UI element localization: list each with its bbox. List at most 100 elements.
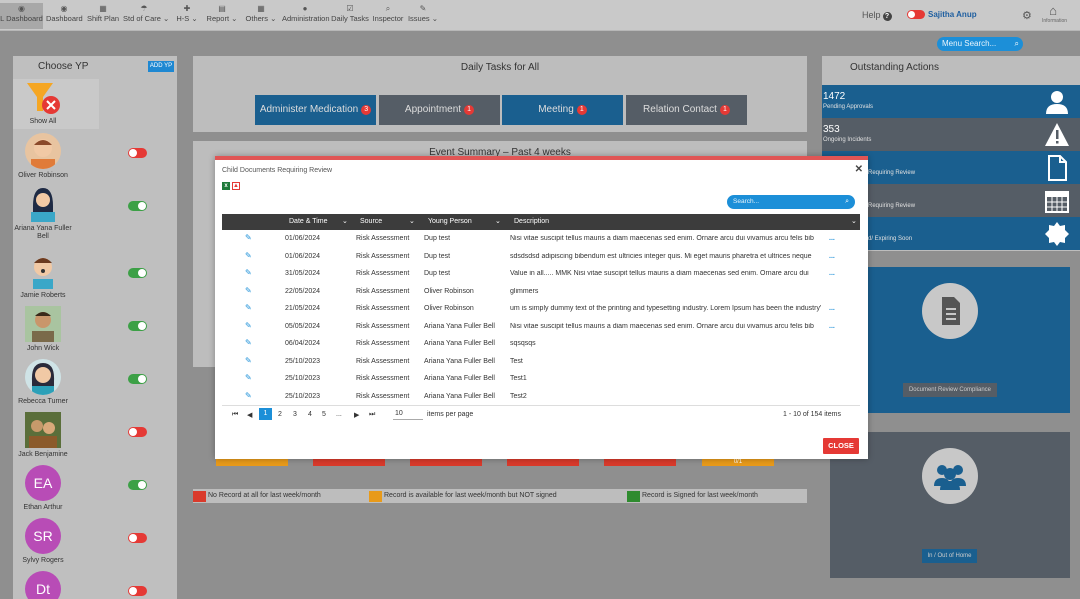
- column-header-date[interactable]: Date & Time: [289, 218, 328, 225]
- administer-medication-button[interactable]: Administer Medication 3: [255, 95, 376, 125]
- close-button[interactable]: CLOSE: [823, 438, 859, 454]
- edit-icon[interactable]: ✎: [245, 338, 252, 347]
- relation-contact-button[interactable]: Relation Contact 1: [626, 95, 747, 125]
- yp-item[interactable]: SR Sylvy Rogers: [13, 518, 177, 571]
- in-out-of-home-button[interactable]: In / Out of Home: [922, 549, 977, 563]
- page-button[interactable]: 4: [308, 411, 312, 418]
- table-row[interactable]: ✎ 25/10/2023 Risk Assessment Ariana Yana Fu…: [222, 370, 860, 388]
- yp-item[interactable]: Jack Benjamine: [13, 412, 177, 465]
- show-all-button[interactable]: Show All: [13, 79, 99, 129]
- more-link[interactable]: ...: [829, 253, 835, 260]
- yp-toggle[interactable]: [128, 586, 147, 596]
- menu-search-input[interactable]: Menu Search... ⌕: [937, 37, 1023, 51]
- event-bar[interactable]: [216, 458, 288, 466]
- table-row[interactable]: ✎ 01/06/2024 Risk Assessment Dup test sdsdsd…: [222, 248, 860, 266]
- yp-toggle[interactable]: [128, 533, 147, 543]
- document-review-compliance-button[interactable]: Document Review Compliance: [903, 383, 997, 397]
- yp-toggle[interactable]: [128, 201, 147, 211]
- yp-item[interactable]: Dt: [13, 571, 177, 599]
- event-bar[interactable]: [410, 458, 482, 466]
- chevron-down-icon[interactable]: ⌄: [851, 217, 857, 225]
- more-link[interactable]: ...: [829, 305, 835, 312]
- table-row[interactable]: ✎ 06/04/2024 Risk Assessment Ariana Yana Fu…: [222, 335, 860, 353]
- table-row[interactable]: ✎ 21/05/2024 Risk Assessment Oliver Robinso…: [222, 300, 860, 318]
- page-button[interactable]: ...: [336, 411, 342, 418]
- ongoing-incidents-card[interactable]: 353 Ongoing Incidents: [822, 118, 1080, 151]
- yp-item[interactable]: Ariana Yana Fuller Bell: [13, 186, 177, 240]
- prev-page-button[interactable]: ◀: [247, 411, 252, 419]
- yp-toggle[interactable]: [128, 480, 147, 490]
- yp-item[interactable]: Jamie Roberts: [13, 253, 177, 306]
- chevron-down-icon[interactable]: ⌄: [495, 217, 501, 225]
- page-button[interactable]: 1: [259, 408, 272, 420]
- chevron-down-icon[interactable]: ⌄: [409, 217, 415, 225]
- edit-icon[interactable]: ✎: [245, 233, 252, 242]
- next-page-button[interactable]: ▶: [354, 411, 359, 419]
- nav-daily-tasks[interactable]: ☑ Daily Tasks: [331, 3, 369, 29]
- column-header-source[interactable]: Source: [360, 218, 382, 225]
- page-button[interactable]: 2: [278, 411, 282, 418]
- table-row[interactable]: ✎ 22/05/2024 Risk Assessment Oliver Robinso…: [222, 283, 860, 301]
- help-link[interactable]: Help?: [862, 10, 892, 21]
- edit-icon[interactable]: ✎: [245, 391, 252, 400]
- edit-icon[interactable]: ✎: [245, 251, 252, 260]
- nav-dashboard[interactable]: ◉ Dashboard: [46, 3, 83, 29]
- more-link[interactable]: ...: [829, 235, 835, 242]
- table-row[interactable]: ✎ 25/10/2023 Risk Assessment Ariana Yana Fu…: [222, 388, 860, 406]
- nav-l-dashboard[interactable]: ◉ L Dashboard: [0, 3, 43, 29]
- edit-icon[interactable]: ✎: [245, 321, 252, 330]
- nav-shift-plan[interactable]: ▦ Shift Plan: [86, 3, 120, 29]
- user-menu[interactable]: Sajitha Anup: [907, 10, 977, 20]
- table-row[interactable]: ✎ 25/10/2023 Risk Assessment Ariana Yana Fu…: [222, 353, 860, 371]
- close-icon[interactable]: ✕: [855, 164, 863, 175]
- search-icon[interactable]: ⌕: [845, 196, 849, 208]
- edit-icon[interactable]: ✎: [245, 373, 252, 382]
- yp-item[interactable]: John Wick: [13, 306, 177, 359]
- page-button[interactable]: 5: [322, 411, 326, 418]
- nav-administration[interactable]: ● Administration: [282, 3, 330, 29]
- page-button[interactable]: 3: [293, 411, 297, 418]
- status-toggle[interactable]: [907, 10, 925, 20]
- add-yp-button[interactable]: ADD YP: [148, 61, 174, 72]
- edit-icon[interactable]: ✎: [245, 356, 252, 365]
- event-bar[interactable]: [507, 458, 579, 466]
- chevron-down-icon[interactable]: ⌄: [342, 217, 348, 225]
- more-link[interactable]: ...: [829, 323, 835, 330]
- edit-icon[interactable]: ✎: [245, 286, 252, 295]
- first-page-button[interactable]: ⏮: [232, 411, 238, 419]
- pending-approvals-card[interactable]: 1472 Pending Approvals: [822, 85, 1080, 118]
- column-header-description[interactable]: Description: [514, 218, 549, 225]
- nav-issues[interactable]: ✎ Issues ⌄: [407, 3, 439, 29]
- edit-icon[interactable]: ✎: [245, 268, 252, 277]
- last-page-button[interactable]: ⏭: [369, 411, 375, 419]
- modal-search-input[interactable]: Search... ⌕: [727, 195, 855, 209]
- event-bar[interactable]: [604, 458, 676, 466]
- event-bar[interactable]: [313, 458, 385, 466]
- gear-icon[interactable]: ⚙: [1022, 9, 1032, 22]
- more-link[interactable]: ...: [829, 270, 835, 277]
- nav-hs[interactable]: ✚ H-S ⌄: [172, 3, 202, 29]
- search-icon[interactable]: ⌕: [1015, 37, 1019, 51]
- nav-report[interactable]: ▤ Report ⌄: [204, 3, 240, 29]
- nav-others[interactable]: ▦ Others ⌄: [243, 3, 279, 29]
- excel-export-icon[interactable]: x: [222, 182, 230, 190]
- yp-toggle[interactable]: [128, 268, 147, 278]
- pdf-export-icon[interactable]: ▲: [232, 182, 240, 190]
- yp-item[interactable]: Oliver Robinson: [13, 133, 177, 186]
- event-bar[interactable]: 0/1: [702, 458, 774, 466]
- page-size-select[interactable]: 10: [393, 408, 423, 420]
- table-row[interactable]: ✎ 05/05/2024 Risk Assessment Ariana Yana Fu…: [222, 318, 860, 336]
- edit-icon[interactable]: ✎: [245, 303, 252, 312]
- nav-inspector[interactable]: ⌕ Inspector: [372, 3, 404, 29]
- column-header-young-person[interactable]: Young Person: [428, 218, 472, 225]
- yp-item[interactable]: EA Ethan Arthur: [13, 465, 177, 518]
- yp-toggle[interactable]: [128, 374, 147, 384]
- appointment-button[interactable]: Appointment 1: [379, 95, 500, 125]
- yp-toggle[interactable]: [128, 148, 147, 158]
- nav-std-of-care[interactable]: ☂ Std of Care ⌄: [123, 3, 169, 29]
- yp-item[interactable]: Rebecca Turner: [13, 359, 177, 412]
- yp-toggle[interactable]: [128, 321, 147, 331]
- yp-toggle[interactable]: [128, 427, 147, 437]
- table-row[interactable]: ✎ 01/06/2024 Risk Assessment Dup test Nisi v…: [222, 230, 860, 248]
- meeting-button[interactable]: Meeting 1: [502, 95, 623, 125]
